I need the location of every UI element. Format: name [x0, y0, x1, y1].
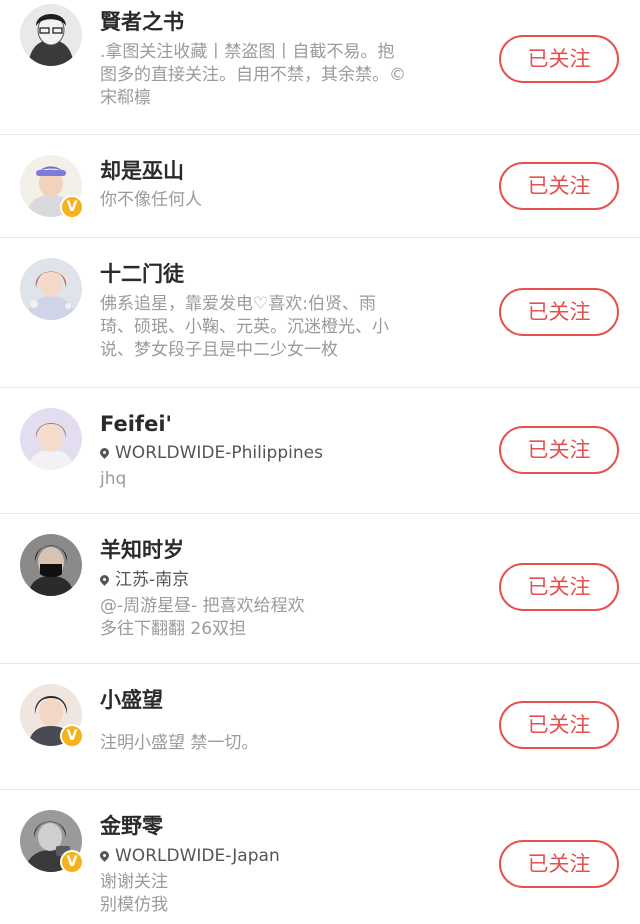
location-pin-icon: [98, 446, 111, 459]
description-line: 别模仿我: [100, 895, 168, 915]
user-name[interactable]: 却是巫山: [100, 157, 184, 185]
user-description: jhq: [100, 468, 476, 491]
list-item[interactable]: 賢者之书 .拿图关注收藏丨禁盗图丨自截不易。抱 图多的直接关注。自用不禁，其余禁…: [0, 0, 640, 135]
avatar[interactable]: V: [20, 155, 84, 219]
description-line: @-周游星昼- 把喜欢给程欢: [100, 596, 305, 616]
description-line: 佛系追星，靠爱发电♡喜欢:伯贤、雨: [100, 294, 376, 314]
followed-button[interactable]: 已关注: [499, 563, 619, 611]
location-text: WORLDWIDE-Japan: [115, 846, 280, 866]
user-location: WORLDWIDE-Philippines: [98, 442, 323, 464]
user-location: 江苏-南京: [98, 569, 190, 591]
user-description: 佛系追星，靠爱发电♡喜欢:伯贤、雨 琦、硕珉、小鞠、元英。沉迷橙光、小 说、梦女…: [100, 293, 476, 362]
user-description: @-周游星昼- 把喜欢给程欢 多往下翻翻 26双担: [100, 595, 476, 641]
list-item[interactable]: 羊知时岁 江苏-南京 @-周游星昼- 把喜欢给程欢 多往下翻翻 26双担 已关注: [0, 514, 640, 664]
avatar[interactable]: [20, 258, 82, 320]
user-name[interactable]: 賢者之书: [100, 8, 184, 36]
avatar[interactable]: [20, 408, 82, 470]
description-line: 谢谢关注: [100, 872, 168, 892]
description-line: 琦、硕珉、小鞠、元英。沉迷橙光、小: [100, 317, 389, 337]
verified-badge-icon: V: [60, 724, 84, 748]
followed-button[interactable]: 已关注: [499, 162, 619, 210]
avatar[interactable]: [20, 4, 82, 66]
followed-button[interactable]: 已关注: [499, 426, 619, 474]
followed-button[interactable]: 已关注: [499, 840, 619, 888]
followed-button[interactable]: 已关注: [499, 701, 619, 749]
user-description: 你不像任何人: [100, 189, 476, 212]
verified-badge-icon: V: [60, 850, 84, 874]
list-item[interactable]: Feifei' WORLDWIDE-Philippines jhq 已关注: [0, 388, 640, 514]
description-line: 注明小盛望 禁一切。: [100, 733, 259, 753]
user-location: WORLDWIDE-Japan: [98, 845, 280, 867]
avatar[interactable]: V: [20, 684, 84, 748]
description-line: 你不像任何人: [100, 190, 202, 210]
user-name[interactable]: 小盛望: [100, 686, 163, 714]
description-line: 多往下翻翻 26双担: [100, 619, 247, 639]
list-item[interactable]: V 小盛望 注明小盛望 禁一切。 已关注: [0, 664, 640, 790]
description-line: jhq: [100, 469, 127, 489]
location-text: 江苏-南京: [115, 570, 190, 590]
user-name[interactable]: 金野零: [100, 812, 163, 840]
user-description: .拿图关注收藏丨禁盗图丨自截不易。抱 图多的直接关注。自用不禁，其余禁。© 宋郗…: [100, 41, 476, 110]
user-description: 注明小盛望 禁一切。: [100, 732, 476, 755]
user-name[interactable]: 十二门徒: [100, 260, 184, 288]
list-item[interactable]: V 却是巫山 你不像任何人 已关注: [0, 135, 640, 238]
description-line: 说、梦女段子且是中二少女一枚: [100, 340, 338, 360]
followed-button[interactable]: 已关注: [499, 288, 619, 336]
user-name[interactable]: Feifei': [100, 410, 172, 438]
location-pin-icon: [98, 573, 111, 586]
user-name[interactable]: 羊知时岁: [100, 536, 184, 564]
location-pin-icon: [98, 849, 111, 862]
list-item[interactable]: V 金野零 WORLDWIDE-Japan 谢谢关注 别模仿我 已关注: [0, 790, 640, 924]
description-line: 宋郗檩: [100, 88, 151, 108]
description-line: 图多的直接关注。自用不禁，其余禁。©: [100, 65, 406, 85]
description-line: .拿图关注收藏丨禁盗图丨自截不易。抱: [100, 42, 395, 62]
verified-badge-icon: V: [60, 195, 84, 219]
followed-button[interactable]: 已关注: [499, 35, 619, 83]
user-description: 谢谢关注 别模仿我: [100, 871, 476, 917]
avatar[interactable]: [20, 534, 82, 596]
location-text: WORLDWIDE-Philippines: [115, 443, 323, 463]
list-item[interactable]: 十二门徒 佛系追星，靠爱发电♡喜欢:伯贤、雨 琦、硕珉、小鞠、元英。沉迷橙光、小…: [0, 238, 640, 388]
following-list: 賢者之书 .拿图关注收藏丨禁盗图丨自截不易。抱 图多的直接关注。自用不禁，其余禁…: [0, 0, 640, 924]
avatar[interactable]: V: [20, 810, 84, 874]
